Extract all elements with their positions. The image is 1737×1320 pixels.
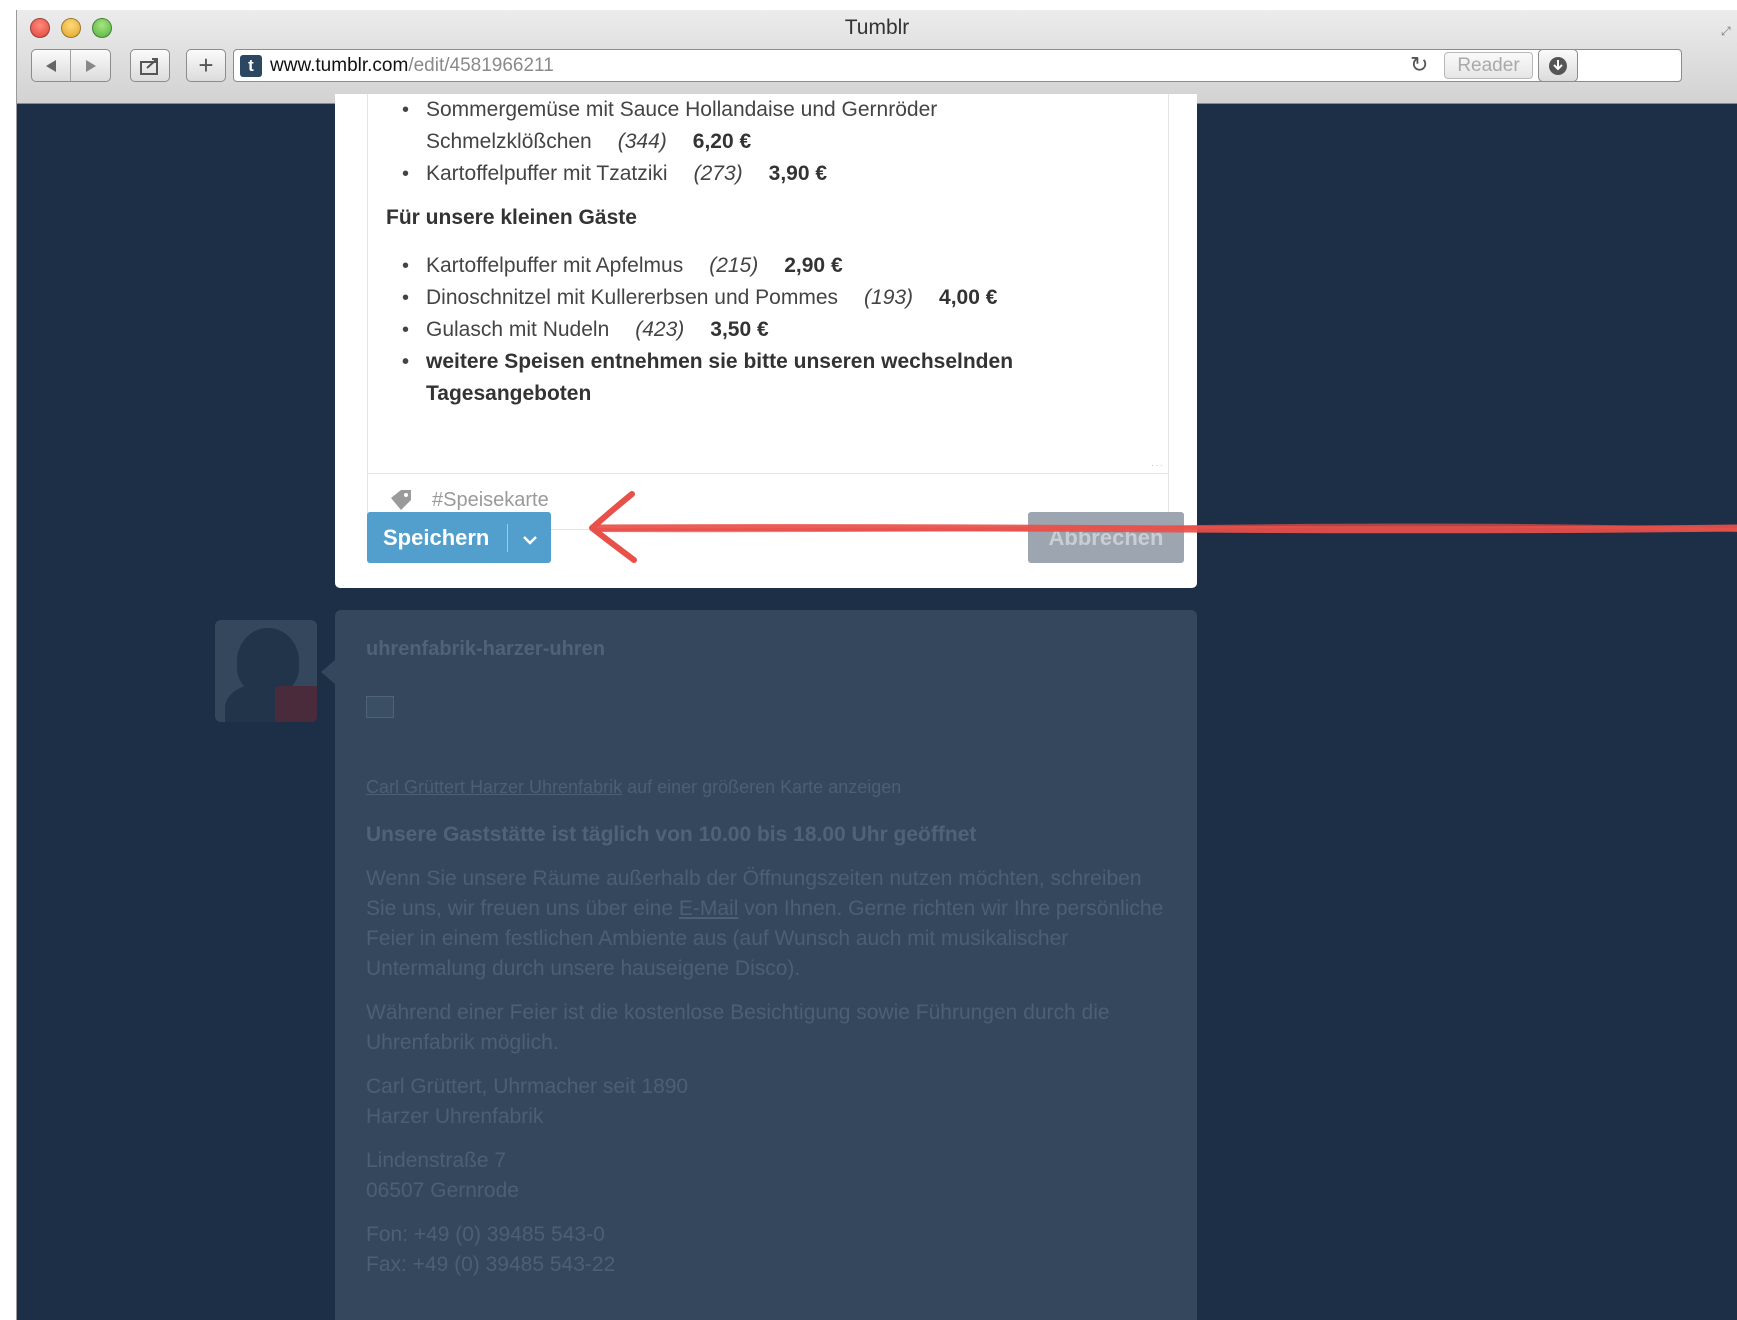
list-item: Kartoffelpuffer mit Apfelmus (215) 2,90 € [402, 250, 1150, 282]
list-item: Gulasch mit Nudeln (423) 3,50 € [402, 314, 1150, 346]
tag-text: #Speisekarte [432, 489, 549, 511]
browser-window: Tumblr ⤢ + t www.tumblr.com/edit/4581966… [16, 10, 1737, 1320]
dish-name: Gulasch mit Nudeln [426, 318, 610, 341]
post-address: Carl Grüttert, Uhrmacher seit 1890 Harze… [366, 1072, 1166, 1132]
list-item: Kartoffelpuffer mit Tzatziki (273) 3,90 € [402, 158, 1150, 190]
map-caption: Carl Grüttert Harzer Uhrenfabrik auf ein… [366, 772, 1166, 802]
post-pointer [321, 660, 335, 684]
downloads-button[interactable] [1538, 49, 1578, 82]
address-bar[interactable]: t www.tumblr.com/edit/4581966211 ↻ Reade… [233, 49, 1682, 82]
reload-icon[interactable]: ↻ [1410, 52, 1428, 78]
cancel-button[interactable]: Abbrechen [1028, 512, 1184, 563]
menu-list-main: Sommergemüse mit Sauce Hollandaise und G… [386, 94, 1150, 190]
address-line: Carl Grüttert, Uhrmacher seit 1890 [366, 1075, 689, 1098]
dish-name: Kartoffelpuffer mit Tzatziki [426, 162, 668, 185]
dish-price: 3,50 € [710, 318, 769, 341]
email-link[interactable]: E-Mail [679, 897, 739, 920]
plus-icon: + [198, 50, 214, 80]
dish-count: (423) [635, 318, 685, 341]
post-body-editor[interactable]: Sommergemüse mit Sauce Hollandaise und G… [367, 94, 1169, 474]
map-caption-rest: auf einer größeren Karte anzeigen [622, 777, 902, 797]
resize-handle-icon[interactable]: ··· [1151, 460, 1164, 471]
dish-name-line1: Sommergemüse mit Sauce Hollandaise und G… [426, 98, 938, 121]
back-forward-group [31, 49, 111, 82]
save-button-label: Speichern [383, 524, 490, 550]
forward-arrow-icon [85, 59, 96, 72]
url-text: www.tumblr.com/edit/4581966211 [270, 55, 554, 77]
back-arrow-icon [46, 59, 56, 72]
share-button[interactable] [130, 49, 170, 82]
dish-name: Dinoschnitzel mit Kullererbsen und Pomme… [426, 286, 839, 309]
post-contact: Fon: +49 (0) 39485 543-0 Fax: +49 (0) 39… [366, 1220, 1166, 1280]
address-line: 06507 Gernrode [366, 1179, 519, 1202]
list-item: weitere Speisen entnehmen sie bitte unse… [402, 346, 1150, 410]
save-options-button[interactable] [508, 525, 551, 551]
chevron-down-icon [522, 535, 537, 545]
save-button[interactable]: Speichern [367, 512, 551, 563]
phone-line: Fon: +49 (0) 39485 543-0 [366, 1223, 605, 1246]
menu-list-kids: Kartoffelpuffer mit Apfelmus(215)2,90 € … [386, 250, 1150, 410]
tumblr-favicon-icon: t [240, 55, 262, 77]
new-tab-button[interactable]: + [186, 49, 226, 82]
list-item: Sommergemüse mit Sauce Hollandaise und G… [402, 94, 1150, 158]
dish-count: (344) [617, 130, 667, 153]
note-line1: weitere Speisen entnehmen sie bitte unse… [426, 350, 1014, 373]
forward-button[interactable] [71, 50, 110, 81]
dish-price: 6,20 € [692, 130, 752, 153]
map-link[interactable]: Carl Grüttert Harzer Uhrenfabrik [366, 777, 622, 797]
post-paragraph: Während einer Feier ist die kostenlose B… [366, 1001, 1110, 1054]
dish-price: 4,00 € [939, 286, 998, 309]
dish-count: (193) [864, 286, 914, 309]
dish-name: Kartoffelpuffer mit Apfelmus [426, 254, 684, 277]
post-paragraph: Wenn Sie unsere Räume außerhalb der Öffn… [366, 864, 1166, 984]
post-heading: Unsere Gaststätte ist täglich von 10.00 … [366, 823, 977, 846]
browser-toolbar: Tumblr ⤢ + t www.tumblr.com/edit/4581966… [17, 10, 1737, 104]
window-title: Tumblr [844, 16, 910, 39]
reader-button[interactable]: Reader [1444, 52, 1533, 79]
download-icon [1549, 56, 1567, 75]
dish-name-line2: Schmelzklößchen [426, 130, 592, 153]
fax-line: Fax: +49 (0) 39485 543-22 [366, 1253, 616, 1276]
section-heading: Für unsere kleinen Gäste [386, 206, 637, 229]
address-line: Lindenstraße 7 [366, 1149, 507, 1172]
post-edit-card: Sommergemüse mit Sauce Hollandaise und G… [335, 94, 1197, 588]
dish-count: (215) [709, 254, 759, 277]
dish-price: 2,90 € [784, 254, 843, 277]
tag-icon [391, 490, 411, 510]
dish-price: 3,90 € [768, 162, 828, 185]
share-icon [140, 57, 158, 75]
back-button[interactable] [32, 50, 71, 81]
dish-count: (273) [693, 162, 743, 185]
dashboard-post: uhrenfabrik-harzer-uhren Carl Grüttert H… [335, 610, 1197, 1320]
fullscreen-icon[interactable]: ⤢ [1721, 24, 1735, 38]
post-image-placeholder [366, 696, 394, 718]
address-line: Harzer Uhrenfabrik [366, 1105, 544, 1128]
avatar[interactable] [215, 620, 317, 722]
list-item: Dinoschnitzel mit Kullererbsen und Pomme… [402, 282, 1150, 314]
note-line2: Tagesangeboten [426, 382, 592, 405]
url-host: www.tumblr.com [270, 55, 409, 76]
post-address: Lindenstraße 7 06507 Gernrode [366, 1146, 1166, 1206]
post-username[interactable]: uhrenfabrik-harzer-uhren [366, 634, 1166, 664]
url-path: /edit/4581966211 [408, 55, 554, 76]
